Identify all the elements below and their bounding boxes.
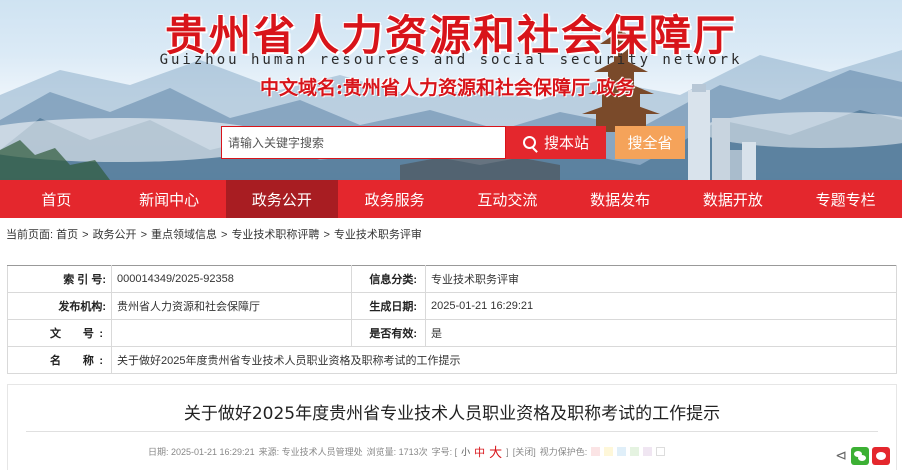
breadcrumb-position-review[interactable]: 专业技术职务评审: [334, 229, 422, 241]
table-row: 文 号: 是否有效: 是: [7, 319, 897, 347]
nav-item-special-topics[interactable]: 专题专栏: [789, 180, 902, 218]
search-site-label: 搜本站: [543, 134, 589, 152]
publisher-label: 发布机构:: [7, 292, 112, 320]
color-swatch-yellow[interactable]: [604, 447, 614, 456]
name-label: 名 称:: [7, 346, 112, 374]
font-size-label: 字号: [: [431, 447, 458, 457]
date-label: 生成日期:: [351, 292, 426, 320]
category-label: 信息分类:: [351, 265, 426, 293]
date-value: 2025-01-21 16:29:21: [425, 292, 897, 320]
color-swatch-blue[interactable]: [617, 447, 627, 456]
nav-item-interaction[interactable]: 互动交流: [451, 180, 564, 218]
nav-item-home[interactable]: 首页: [0, 180, 113, 218]
font-size-large[interactable]: 大: [489, 442, 502, 461]
nav-item-news[interactable]: 新闻中心: [113, 180, 226, 218]
table-row: 名 称: 关于做好2025年度贵州省专业技术人员职业资格及职称考试的工作提示: [7, 346, 897, 374]
weibo-share-icon[interactable]: [872, 447, 890, 465]
search-icon: [522, 136, 536, 149]
breadcrumb-separator: >: [323, 229, 330, 241]
nav-item-gov-services[interactable]: 政务服务: [338, 180, 451, 218]
share-icon[interactable]: ⊲: [835, 448, 847, 464]
color-swatch-purple[interactable]: [643, 447, 653, 456]
search-site-button[interactable]: 搜本站: [506, 126, 606, 159]
valid-value: 是: [425, 319, 897, 347]
breadcrumb-title-review[interactable]: 专业技术职称评聘: [231, 229, 319, 241]
main-nav: 首页 新闻中心 政务公开 政务服务 互动交流 数据发布 数据开放 专题专栏: [0, 180, 902, 218]
view-count: 浏览量: 1713次: [366, 447, 428, 457]
table-row: 索 引 号: 000014349/2025-92358 信息分类: 专业技术职务…: [7, 265, 897, 293]
document-info-table: 索 引 号: 000014349/2025-92358 信息分类: 专业技术职务…: [7, 265, 897, 374]
docno-label: 文 号:: [7, 319, 112, 347]
breadcrumb-prefix: 当前页面:: [6, 229, 54, 241]
wechat-share-icon[interactable]: [851, 447, 869, 465]
article: 关于做好2025年度贵州省专业技术人员职业资格及职称考试的工作提示 日期: 20…: [7, 384, 897, 470]
article-title: 关于做好2025年度贵州省专业技术人员职业资格及职称考试的工作提示: [183, 404, 721, 424]
divider: [26, 431, 878, 432]
article-source: 来源: 专业技术人员管理处: [258, 447, 363, 457]
publisher-value: 贵州省人力资源和社会保障厅: [111, 292, 352, 320]
color-swatch-green[interactable]: [630, 447, 640, 456]
breadcrumb-separator: >: [221, 229, 228, 241]
name-value: 关于做好2025年度贵州省专业技术人员职业资格及职称考试的工作提示: [111, 346, 897, 374]
breadcrumb-key-info[interactable]: 重点领域信息: [151, 229, 217, 241]
search-province-button[interactable]: 搜全省: [615, 126, 685, 159]
table-row: 发布机构: 贵州省人力资源和社会保障厅 生成日期: 2025-01-21 16:…: [7, 292, 897, 320]
eye-protect-label: 视力保护色:: [539, 447, 588, 457]
chinese-domain-name: 中文域名:贵州省人力资源和社会保障厅.政务: [260, 77, 635, 99]
search-input[interactable]: [221, 126, 506, 159]
color-swatch-white[interactable]: [656, 447, 666, 456]
breadcrumb-home[interactable]: 首页: [56, 229, 78, 241]
font-size-small[interactable]: 小: [461, 445, 470, 458]
nav-item-data-open[interactable]: 数据开放: [677, 180, 790, 218]
breadcrumb-gov-affairs[interactable]: 政务公开: [93, 229, 137, 241]
publish-date: 日期: 2025-01-21 16:29:21: [148, 447, 255, 457]
banner: 贵州省人力资源和社会保障厅 Guizhou human resources an…: [0, 0, 902, 180]
font-size-medium[interactable]: 中: [474, 444, 485, 460]
valid-label: 是否有效:: [351, 319, 426, 347]
close-link[interactable]: [关闭]: [513, 445, 536, 458]
share-bar: ⊲: [835, 447, 890, 465]
breadcrumb: 当前页面: 首页 > 政务公开 > 重点领域信息 > 专业技术职称评聘 > 专业技术职务评审: [6, 226, 422, 242]
nav-item-gov-affairs[interactable]: 政务公开: [225, 180, 339, 218]
index-value: 000014349/2025-92358: [111, 265, 352, 293]
site-subtitle: Guizhou human resources and social secur…: [159, 52, 743, 68]
font-size-end: ]: [506, 446, 509, 457]
color-swatch-pink[interactable]: [591, 447, 601, 456]
breadcrumb-separator: >: [82, 229, 89, 241]
breadcrumb-separator: >: [140, 229, 147, 241]
category-value: 专业技术职务评审: [425, 265, 897, 293]
index-label: 索 引 号:: [7, 265, 112, 293]
nav-item-data-release[interactable]: 数据发布: [564, 180, 677, 218]
docno-value: [111, 319, 352, 347]
article-meta: 日期: 2025-01-21 16:29:21 来源: 专业技术人员管理处 浏览…: [148, 442, 669, 461]
